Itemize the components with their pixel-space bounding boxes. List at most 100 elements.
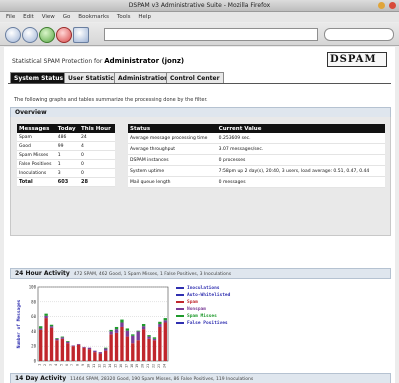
status-value: 7:58pm up 2 day(s), 20:40, 3 users, load… xyxy=(216,165,385,177)
total-hour: 28 xyxy=(79,177,115,187)
menu-file[interactable]: File xyxy=(6,14,15,20)
bar-spam xyxy=(147,338,151,361)
menu-bookmarks[interactable]: Bookmarks xyxy=(78,14,109,20)
menu-edit[interactable]: Edit xyxy=(23,14,34,20)
x-tick-label: 9 xyxy=(81,364,85,366)
row-hour: 0 xyxy=(79,150,115,160)
table-row: Spam Misses 1 0 xyxy=(17,150,115,160)
x-tick-label: 19 xyxy=(135,364,139,368)
row-hour: 0 xyxy=(79,159,115,169)
legend-swatch xyxy=(176,321,184,324)
menu-view[interactable]: View xyxy=(42,14,55,20)
bar-spam-misses xyxy=(158,321,162,324)
bar-spam-misses xyxy=(141,324,146,327)
brand-user: Administrator (jonz) xyxy=(104,57,185,65)
bar-spam xyxy=(76,344,81,361)
bar-spam xyxy=(120,326,124,361)
bar-spam xyxy=(55,340,59,361)
status-label: Average message processing time xyxy=(128,133,217,144)
legend-item: Inoculations xyxy=(176,285,230,292)
address-bar[interactable] xyxy=(104,28,318,41)
total-today: 603 xyxy=(55,177,80,187)
menu-go[interactable]: Go xyxy=(63,14,71,20)
search-input[interactable] xyxy=(324,28,394,41)
x-tick-label: 5 xyxy=(59,364,63,366)
status-label: Mail queue length xyxy=(128,176,217,188)
bar-nonspam xyxy=(60,337,65,339)
menu-help[interactable]: Help xyxy=(138,14,151,20)
bar-nonspam xyxy=(141,326,146,330)
legend-item: Nonspam xyxy=(176,306,230,313)
menu-tools[interactable]: Tools xyxy=(117,14,131,20)
legend-swatch xyxy=(176,286,184,289)
forward-icon[interactable] xyxy=(22,27,38,43)
bar-spam-misses xyxy=(60,336,65,338)
x-tick-label: 14 xyxy=(108,364,112,368)
legend-label: Auto-Whitelisted xyxy=(187,293,231,298)
y-tick-label: 60 xyxy=(31,314,36,319)
table-row: Average throughput 3.07 messages/sec. xyxy=(128,143,385,155)
row-hour: 24 xyxy=(79,133,115,142)
row-today: 486 xyxy=(55,133,80,142)
legend-label: Nonspam xyxy=(187,307,206,312)
logo-text: DSPAM xyxy=(330,54,377,65)
status-label: Average throughput xyxy=(128,143,217,155)
bar-nonspam xyxy=(163,320,167,323)
bar-spam-misses xyxy=(104,347,108,349)
page-content: Statistical SPAM Protection for Administ… xyxy=(4,47,395,383)
bar-nonspam xyxy=(152,338,157,341)
legend-item: False Positives xyxy=(176,320,230,327)
row-label: Spam Misses xyxy=(17,150,56,160)
bar-nonspam xyxy=(131,335,135,344)
bar-spam-misses xyxy=(66,341,70,342)
bar-spam xyxy=(44,318,48,361)
bar-spam-misses xyxy=(125,328,130,331)
bar-nonspam xyxy=(76,343,81,345)
x-tick-label: 20 xyxy=(141,364,145,368)
minimize-button[interactable] xyxy=(378,2,385,9)
status-label: DSPAM instances xyxy=(128,154,217,166)
bar-spam xyxy=(104,350,108,361)
activity-24h-title: 24 Hour Activity xyxy=(15,270,70,277)
overview-panel: Messages Today This Hour Spam 486 24 Goo… xyxy=(10,117,391,236)
home-icon[interactable] xyxy=(73,27,89,43)
bar-spam xyxy=(114,332,119,361)
legend-label: False Positives xyxy=(187,321,228,326)
navigation-toolbar xyxy=(0,23,399,46)
back-icon[interactable] xyxy=(5,27,21,43)
browser-window: DSPAM v3 Administrative Suite - Mozilla … xyxy=(0,0,399,383)
bar-nonspam xyxy=(120,322,124,327)
reload-icon[interactable] xyxy=(39,27,55,43)
row-label: False Positives xyxy=(17,159,56,169)
close-button[interactable] xyxy=(389,2,396,9)
y-tick-label: 40 xyxy=(31,329,36,334)
bar-spam-misses xyxy=(114,326,119,330)
window-title: DSPAM v3 Administrative Suite - Mozilla … xyxy=(128,2,271,9)
intro-text: The following graphs and tables summariz… xyxy=(14,97,208,103)
row-today: 1 xyxy=(55,150,80,160)
bar-spam xyxy=(49,327,54,361)
x-tick-label: 8 xyxy=(76,364,80,366)
overview-title: Overview xyxy=(15,109,47,116)
y-tick-label: 0 xyxy=(34,359,37,364)
legend-item: Auto-Whitelisted xyxy=(176,292,230,299)
activity-24h-summary: 472 SPAM, 462 Good, 1 Spam Misses, 1 Fal… xyxy=(73,272,232,277)
bar-spam xyxy=(66,343,70,361)
bar-spam xyxy=(152,340,157,361)
status-value: 0.253609 sec. xyxy=(216,133,385,144)
row-label: Spam xyxy=(17,133,56,142)
x-tick-label: 17 xyxy=(124,364,128,368)
bar-nonspam xyxy=(147,336,151,339)
bar-nonspam xyxy=(109,331,113,335)
legend-swatch xyxy=(176,307,184,310)
bar-nonspam xyxy=(98,352,102,354)
activity-14d-header: 14 Day Activity 11464 SPAM, 28320 Good, 1… xyxy=(10,373,391,383)
legend-swatch xyxy=(176,300,184,303)
bar-spam-misses xyxy=(163,318,167,321)
bar-spam xyxy=(141,329,146,361)
row-today: 99 xyxy=(55,141,80,151)
bar-spam-misses xyxy=(44,313,48,316)
bar-spam xyxy=(136,340,140,361)
bar-spam xyxy=(125,336,130,361)
stop-icon[interactable] xyxy=(56,27,72,43)
